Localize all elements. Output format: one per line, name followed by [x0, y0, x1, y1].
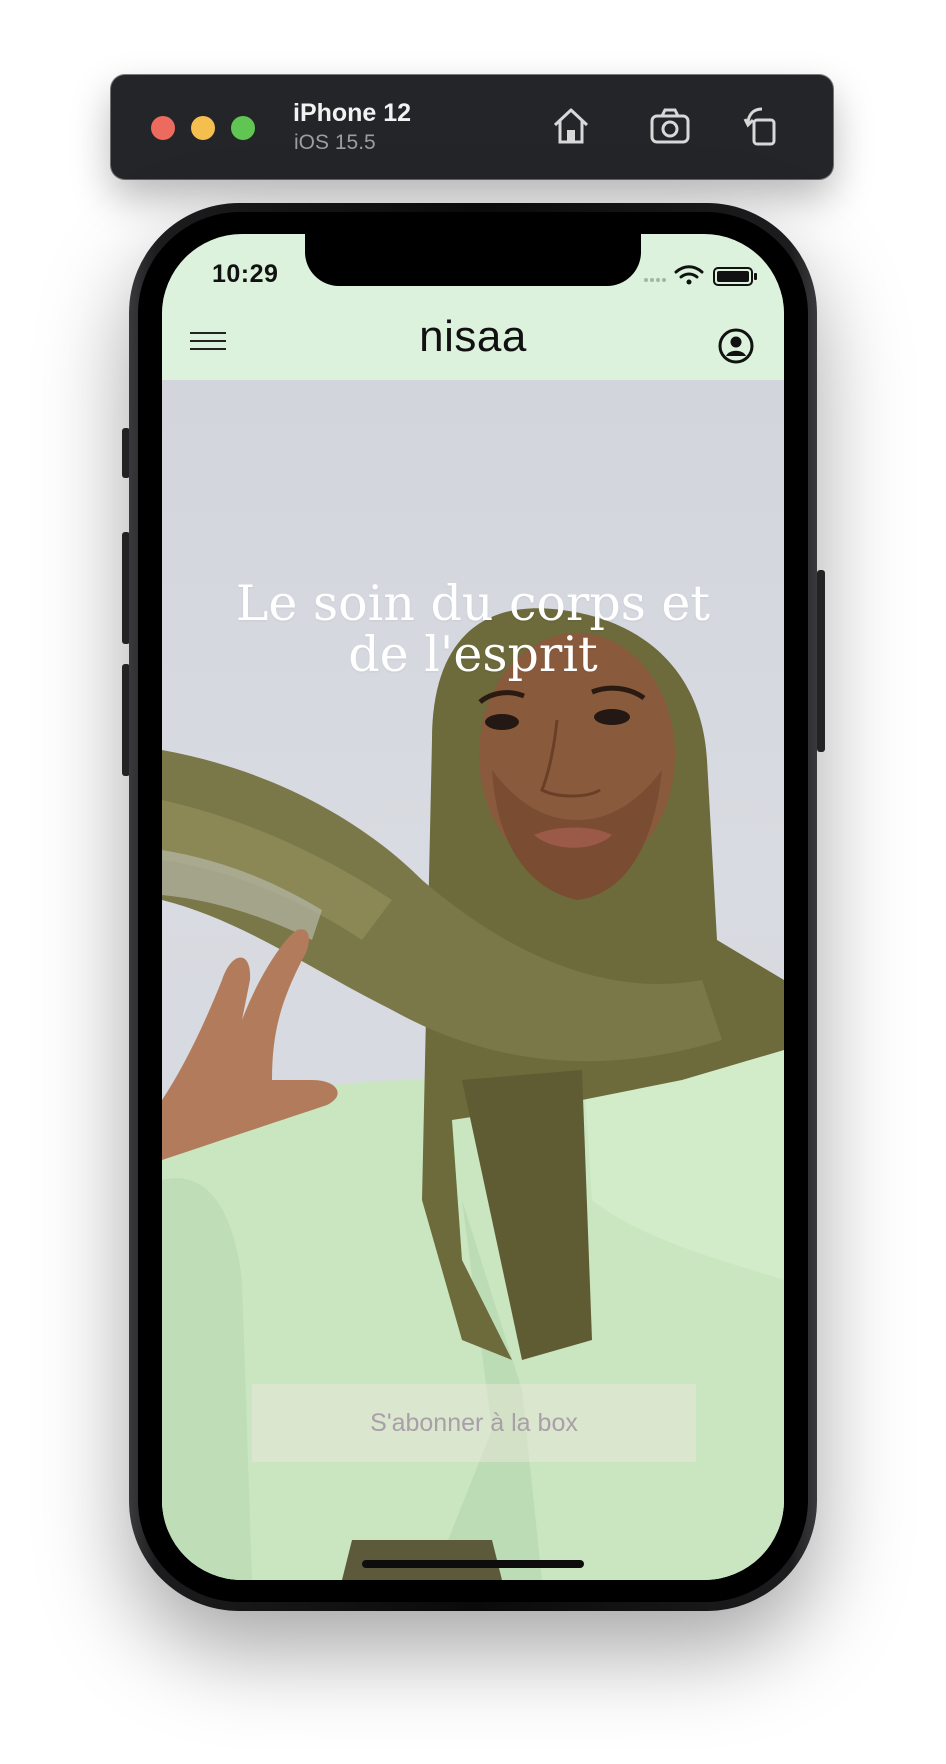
phone-screen: 10:29 nisaa Le soin du corps et de l'esp… — [162, 234, 784, 1580]
notch — [305, 234, 641, 286]
subscribe-box-button[interactable]: S'abonner à la box — [252, 1384, 696, 1462]
cellular-icon — [644, 278, 666, 282]
brand-logo: nisaa — [419, 312, 527, 361]
minimize-window-button[interactable] — [191, 116, 215, 140]
os-version: iOS 15.5 — [294, 131, 376, 154]
home-icon[interactable] — [549, 104, 593, 148]
screenshot-icon[interactable] — [648, 104, 692, 148]
rotate-icon[interactable] — [740, 104, 784, 148]
wifi-icon — [674, 265, 704, 285]
hero-title: Le soin du corps et de l'esprit — [235, 575, 711, 683]
simulator-toolbar — [111, 75, 833, 179]
home-indicator[interactable] — [362, 1560, 584, 1568]
device-name: iPhone 12 — [293, 99, 412, 127]
account-circle-icon[interactable] — [718, 328, 754, 364]
status-time: 10:29 — [212, 260, 279, 288]
zoom-window-button[interactable] — [231, 116, 255, 140]
status-icons — [644, 265, 757, 286]
battery-icon — [713, 267, 757, 286]
close-window-button[interactable] — [151, 116, 175, 140]
power-button — [817, 570, 825, 752]
